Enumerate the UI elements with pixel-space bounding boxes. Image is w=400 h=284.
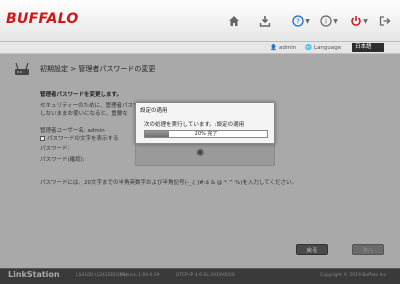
svg-text:?: ? [296,18,300,26]
download-icon[interactable] [256,12,274,30]
description-line: セキュリティーのために、管理者パスワ [40,103,139,109]
language-label: Language [314,45,342,51]
show-password-checkbox[interactable] [40,136,45,141]
progress-label: 20% 完了 [194,131,218,137]
page-title: 初期設定 > 管理者パスワードの変更 [40,65,156,73]
back-button[interactable]: 戻る [296,244,328,255]
brand-logo: BUFFALO [6,11,79,27]
power-icon[interactable]: ▼ [346,12,372,30]
progress-bar: 20% 完了 [144,130,268,138]
footer-copyright: Copyright © 2019 Buffalo Inc. [320,273,388,278]
password-label: パスワード: [40,146,70,152]
next-button[interactable]: 次へ [352,244,384,255]
user-icon: 👤 [270,45,277,51]
router-icon [14,61,30,75]
description-line: しないままお使いになると、重要な [40,111,128,117]
show-password-label: パスワードの文字を表示する [47,136,119,142]
logout-icon[interactable] [376,12,394,30]
progress-dialog: 設定の適用 次の処理を実行しています。:設定の適用 20% 完了 [135,102,275,144]
language-select[interactable]: 日本語 [352,43,384,52]
footer-brand: LinkStation [8,270,60,279]
footer-ip: DTCP-IP 4.6 Ek.2019/0000 [176,273,235,278]
svg-text:i: i [325,18,327,26]
footer-version: Version 1.60-0.59 [120,273,160,278]
username-label: 管理者ユーザー名: admin [40,128,105,134]
dialog-title: 設定の適用 [140,108,168,114]
password-confirm-label: パスワード(確認): [40,157,85,163]
chevron-down-icon: ▼ [333,17,338,25]
home-icon[interactable] [225,12,243,30]
help-icon[interactable]: ? ▼ [288,12,314,30]
dialog-message: 次の処理を実行しています。:設定の適用 [144,122,245,128]
footer: LinkStation LS410D (LS410D0301) Version … [0,268,400,284]
description: セキュリティーのために、管理者パスワ しないままお使いになると、重要な [40,102,139,118]
password-note: パスワードには、20文字までの半角英数字および半角記号(-_.[ ]#:$ & … [40,180,298,186]
chevron-down-icon: ▼ [305,17,310,25]
info-icon[interactable]: i ▼ [316,12,342,30]
top-bar: BUFFALO ? ▼ i ▼ ▼ [0,0,400,42]
username: admin [279,45,297,51]
user-bar: 👤 admin 🌐 Language 日本語 [0,42,400,54]
globe-icon: 🌐 [305,45,312,51]
chevron-down-icon: ▼ [363,17,368,25]
loading-spinner-icon: ✺ [196,148,205,159]
section-heading: 管理者パスワードを変更します。 [40,92,122,98]
show-password-row[interactable]: パスワードの文字を表示する [40,134,119,142]
